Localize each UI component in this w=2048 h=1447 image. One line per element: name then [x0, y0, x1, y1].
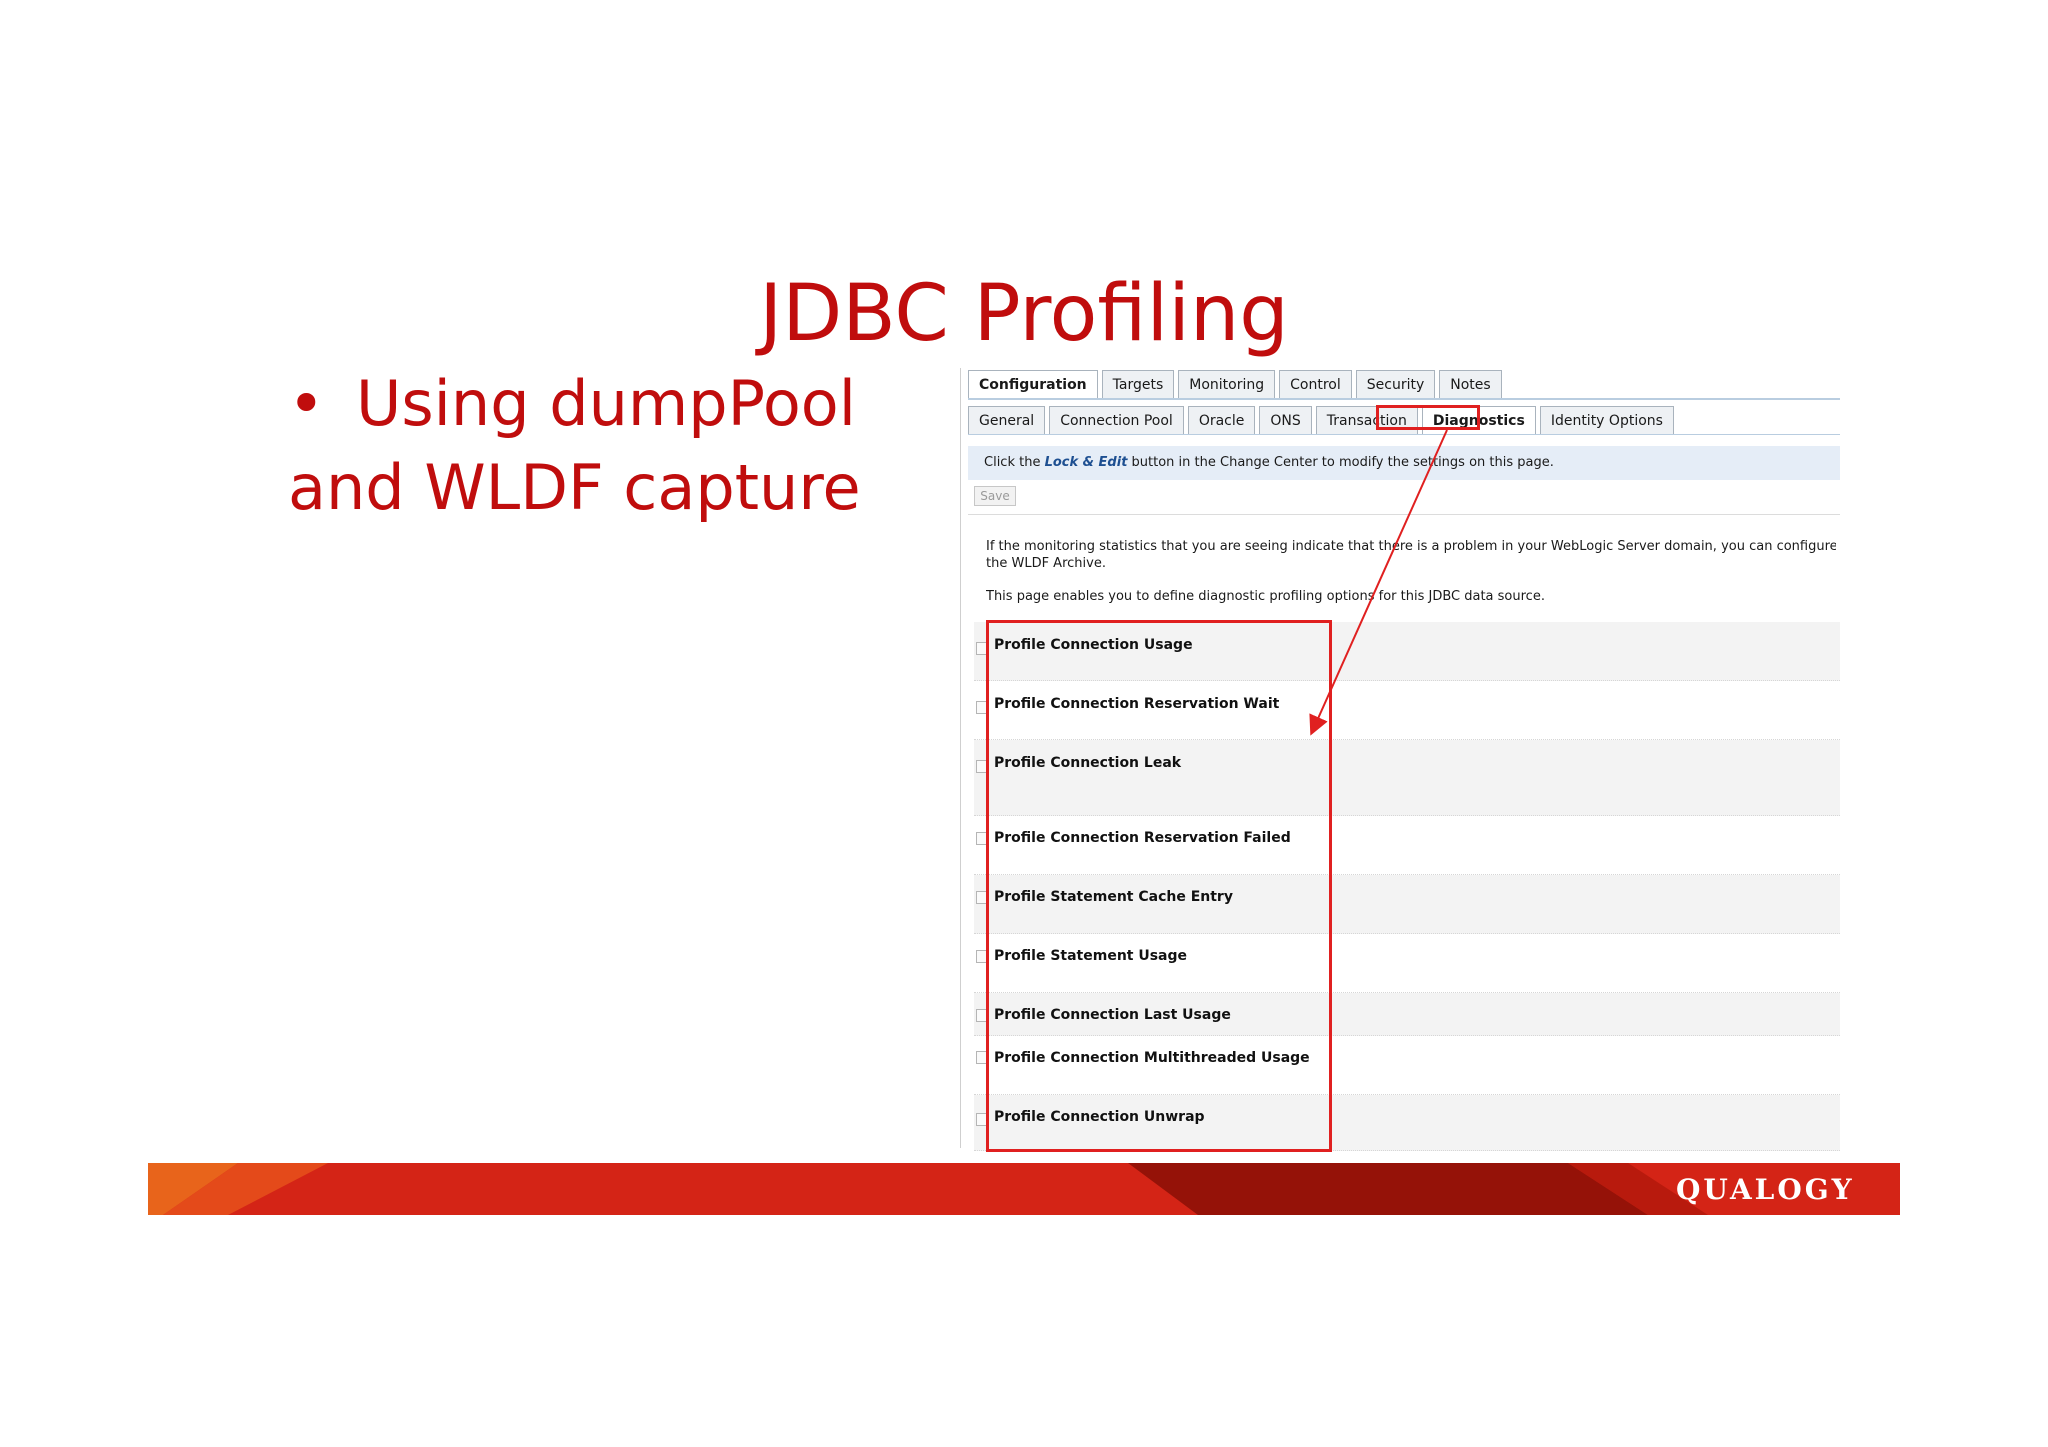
annotation-arrow: [1309, 429, 1448, 736]
bullet-symbol: •: [288, 367, 325, 440]
qualogy-logo: QUALOGY: [1676, 1173, 1855, 1206]
bullet-line-1: • Using dumpPool: [288, 362, 908, 446]
weblogic-console-screenshot: Configuration Targets Monitoring Control…: [962, 368, 1840, 1152]
footer-dark-accent: [1128, 1163, 1648, 1215]
bullet-text-1: Using dumpPool: [356, 367, 856, 440]
bullet-point: • Using dumpPool and WLDF capture: [288, 362, 908, 530]
arrow-line: [1309, 429, 1448, 736]
bullet-text-2: and WLDF capture: [288, 451, 861, 524]
footer-band: [148, 1163, 1900, 1215]
slide-title: JDBC Profiling: [759, 269, 1289, 359]
screenshot-left-border: [960, 368, 961, 1148]
